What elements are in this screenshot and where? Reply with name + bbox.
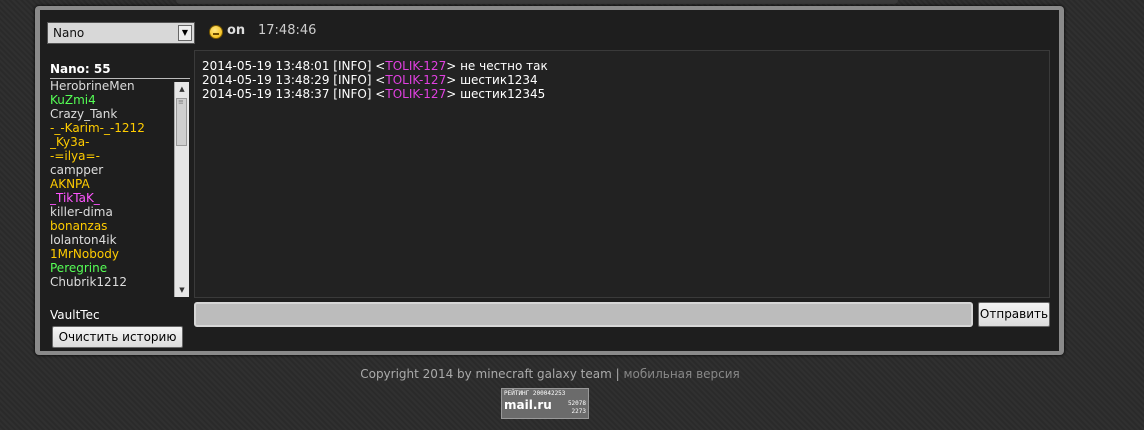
chat-panel: Nano ▼ on 17:48:46 Nano: 55 HerobrineMen… [40, 10, 1059, 351]
mailru-logo: mail.ru [504, 398, 552, 412]
chat-window-frame: Nano ▼ on 17:48:46 Nano: 55 HerobrineMen… [35, 6, 1064, 355]
player-list-scrollbar[interactable]: ▲ ≡ ▼ [174, 82, 189, 297]
mobile-version-link[interactable]: мобильная версия [624, 367, 740, 381]
chevron-down-icon[interactable]: ▼ [178, 25, 192, 41]
player-list-item[interactable]: Crazy_Tank [50, 107, 189, 121]
counter-title: РЕЙТИНГ 200042253 [504, 390, 566, 397]
chat-message-input[interactable] [194, 302, 973, 327]
status-text: on [227, 23, 246, 38]
message-text: > не честно так [446, 59, 548, 73]
message-prefix: 2014-05-19 13:48:01 [INFO] < [202, 59, 386, 73]
chat-message: 2014-05-19 13:48:37 [INFO] <TOLIK-127> ш… [202, 87, 548, 101]
player-list-item[interactable]: KuZmi4 [50, 93, 189, 107]
smiley-status-icon [209, 25, 223, 39]
player-list[interactable]: HerobrineMen KuZmi4 Crazy_Tank -_-Karim-_-1… [50, 79, 189, 297]
player-list-item[interactable]: 1MrNobody [50, 247, 189, 261]
scroll-up-arrow-icon[interactable]: ▲ [175, 82, 189, 96]
footer: Copyright 2014 by minecraft galaxy team … [0, 367, 1100, 381]
counter-value-2: 2273 [571, 408, 586, 415]
player-list-item[interactable]: HerobrineMen [50, 79, 189, 93]
mailru-rating-counter[interactable]: РЕЙТИНГ 200042253 mail.ru 52078 2273 [501, 388, 589, 419]
player-list-item[interactable]: killer-dima [50, 205, 189, 219]
player-list-item[interactable]: _Ky3a- [50, 135, 189, 149]
player-list-item[interactable]: Peregrine [50, 261, 189, 275]
player-list-item[interactable]: AKNPA [50, 177, 189, 191]
player-list-item[interactable]: Chubrik1212 [50, 275, 189, 289]
chat-message: 2014-05-19 13:48:29 [INFO] <TOLIK-127> ш… [202, 73, 548, 87]
online-count-label: Nano: 55 [50, 62, 111, 76]
message-prefix: 2014-05-19 13:48:37 [INFO] < [202, 87, 386, 101]
player-list-item[interactable]: -=ilya=- [50, 149, 189, 163]
clear-history-button[interactable]: Очистить историю [52, 326, 183, 348]
copyright-text: Copyright 2014 by minecraft galaxy team [360, 367, 612, 381]
footer-separator: | [615, 367, 620, 381]
player-list-item[interactable]: lolanton4ik [50, 233, 189, 247]
scroll-down-arrow-icon[interactable]: ▼ [175, 283, 189, 297]
chat-log: 2014-05-19 13:48:01 [INFO] <TOLIK-127> н… [194, 50, 1050, 298]
player-list-item[interactable]: -_-Karim-_-1212 [50, 121, 189, 135]
clock: 17:48:46 [258, 23, 317, 38]
grip-icon: ≡ [178, 98, 184, 106]
message-nick: TOLIK-127 [385, 87, 447, 101]
player-list-item[interactable]: campper [50, 163, 189, 177]
message-list: 2014-05-19 13:48:01 [INFO] <TOLIK-127> н… [202, 59, 548, 101]
counter-value-1: 52078 [567, 400, 586, 407]
player-list-item[interactable]: bonanzas [50, 219, 189, 233]
message-text: > шестик12345 [446, 87, 546, 101]
send-button[interactable]: Отправить [978, 302, 1050, 327]
player-list-item[interactable]: _TikTaK_ [50, 191, 189, 205]
message-nick: TOLIK-127 [385, 73, 447, 87]
message-prefix: 2014-05-19 13:48:29 [INFO] < [202, 73, 386, 87]
server-select[interactable]: Nano ▼ [47, 22, 195, 44]
top-bar-stub [176, 0, 898, 4]
current-user-name: VaultTec [50, 308, 100, 322]
message-text: > шестик1234 [446, 73, 538, 87]
chat-message: 2014-05-19 13:48:01 [INFO] <TOLIK-127> н… [202, 59, 548, 73]
message-nick: TOLIK-127 [385, 59, 447, 73]
server-select-value: Nano [53, 26, 85, 40]
